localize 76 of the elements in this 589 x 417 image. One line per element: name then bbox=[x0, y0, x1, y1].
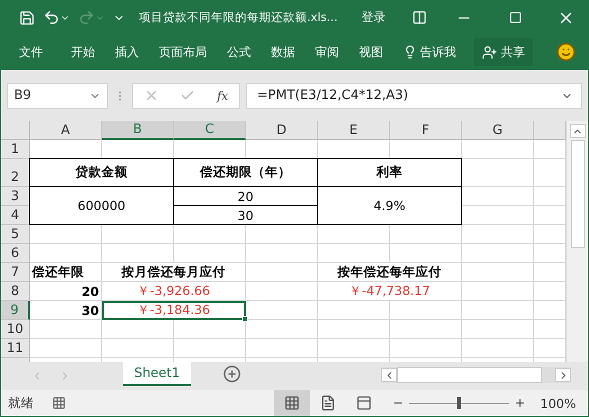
ribbon-tab[interactable]: 页面布局 bbox=[159, 44, 207, 60]
share-button[interactable]: 共享 bbox=[474, 38, 533, 66]
window-title: 项目贷款不同年限的每期还款额.xls... bbox=[139, 10, 338, 25]
table-cell: 30 bbox=[30, 301, 102, 320]
empty-cell bbox=[462, 225, 534, 244]
row-header[interactable]: 10 bbox=[1, 320, 30, 339]
ribbon-tab[interactable]: 开始 bbox=[71, 44, 95, 60]
column-header[interactable]: F bbox=[390, 121, 462, 140]
scroll-right-icon[interactable] bbox=[555, 368, 571, 382]
column-header[interactable]: A bbox=[30, 121, 102, 140]
empty-cell bbox=[462, 244, 534, 263]
scroll-up-icon[interactable] bbox=[570, 124, 586, 138]
person-plus-icon bbox=[482, 44, 497, 60]
row-header[interactable]: 3 bbox=[1, 187, 30, 206]
column-header[interactable]: C bbox=[174, 121, 246, 140]
status-text: 就绪 bbox=[8, 394, 34, 412]
formula-field[interactable]: =PMT(E3/12,C4*12,A3) bbox=[246, 82, 582, 108]
row-header[interactable]: 11 bbox=[1, 339, 30, 358]
empty-cell bbox=[246, 320, 318, 339]
table-cell: 600000 bbox=[29, 186, 174, 225]
empty-cell bbox=[390, 320, 462, 339]
empty-cell bbox=[462, 140, 534, 159]
empty-cell bbox=[390, 339, 462, 358]
column-header[interactable]: G bbox=[462, 121, 534, 140]
scrollbar-thumb[interactable] bbox=[570, 140, 584, 248]
empty-cell bbox=[102, 339, 174, 358]
table-cell: 偿还年限 bbox=[30, 263, 102, 282]
empty-cell bbox=[318, 320, 390, 339]
row-header[interactable]: 7 bbox=[1, 263, 30, 282]
column-header[interactable]: B bbox=[102, 121, 174, 140]
table-cell: 按月偿还每月应付 bbox=[102, 263, 246, 282]
tell-me-button[interactable]: 告诉我 bbox=[403, 44, 456, 60]
row-header[interactable]: 9 bbox=[1, 301, 30, 320]
add-sheet-icon[interactable] bbox=[223, 365, 241, 383]
ribbon-tab[interactable]: 审阅 bbox=[315, 44, 339, 60]
scrollbar-thumb[interactable] bbox=[397, 367, 542, 383]
sign-in-link[interactable]: 登录 bbox=[362, 9, 386, 26]
zoom-level[interactable]: 100% bbox=[540, 396, 576, 410]
table-cell: 4.9% bbox=[317, 186, 462, 225]
ribbon-tab[interactable]: 文件 bbox=[19, 44, 43, 60]
column-header[interactable]: D bbox=[246, 121, 318, 140]
name-box[interactable]: B9 bbox=[7, 82, 108, 108]
row-header[interactable]: 4 bbox=[1, 206, 30, 225]
empty-cell bbox=[174, 339, 246, 358]
empty-cell bbox=[462, 339, 534, 358]
row-header[interactable]: 8 bbox=[1, 282, 30, 301]
empty-cell bbox=[318, 339, 390, 358]
ribbon-tab[interactable]: 插入 bbox=[115, 44, 139, 60]
table-cell: ￥-3,926.66 bbox=[102, 282, 246, 301]
table-cell: ￥-47,738.17 bbox=[318, 282, 462, 301]
column-header[interactable]: E bbox=[318, 121, 390, 140]
empty-cell bbox=[462, 301, 534, 320]
table-cell: ￥-3,184.36 bbox=[102, 301, 246, 320]
table-cell: 按年偿还每年应付 bbox=[318, 263, 462, 282]
zoom-in-icon[interactable] bbox=[514, 397, 526, 409]
scroll-left-icon[interactable] bbox=[381, 368, 397, 382]
ribbon-tab[interactable]: 视图 bbox=[359, 44, 383, 60]
row-header[interactable]: 6 bbox=[1, 244, 30, 263]
smiley-icon[interactable] bbox=[556, 42, 576, 62]
table-cell: 贷款金额 bbox=[29, 158, 174, 187]
ribbon-tab[interactable]: 公式 bbox=[227, 44, 251, 60]
table-cell: 20 bbox=[30, 282, 102, 301]
empty-cell bbox=[246, 244, 318, 263]
normal-view-icon[interactable] bbox=[274, 390, 310, 416]
row-header[interactable]: 1 bbox=[1, 140, 30, 159]
zoom-slider-thumb[interactable] bbox=[457, 396, 462, 408]
row-header[interactable]: 5 bbox=[1, 225, 30, 244]
table-cell: 利率 bbox=[317, 158, 462, 187]
sheet-tab[interactable]: Sheet1 bbox=[123, 362, 191, 386]
empty-cell bbox=[246, 339, 318, 358]
empty-cell bbox=[462, 320, 534, 339]
row-header[interactable]: 2 bbox=[1, 159, 30, 187]
lightbulb-icon bbox=[403, 45, 417, 59]
insert-function-button[interactable]: fx bbox=[216, 88, 228, 102]
ribbon-tab[interactable]: 数据 bbox=[271, 44, 295, 60]
macro-icon[interactable] bbox=[52, 396, 66, 410]
